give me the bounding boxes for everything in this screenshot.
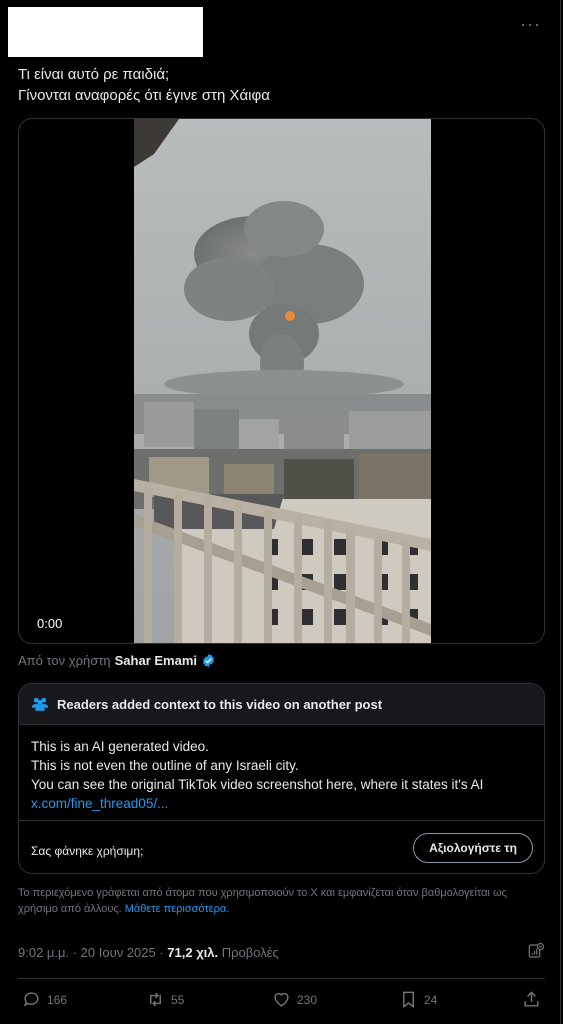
repost-icon xyxy=(150,992,161,1007)
share-button[interactable] xyxy=(522,990,541,1009)
reply-icon xyxy=(23,992,39,1007)
video-attribution: Από τον χρήστη Sahar Emami xyxy=(18,653,216,668)
community-note-header: Readers added context to this video on a… xyxy=(19,684,544,725)
note-line: You can see the original TikTok video sc… xyxy=(31,777,484,792)
video-timecode: 0:00 xyxy=(37,616,63,631)
post-timestamp[interactable]: 9:02 μ.μ. · 20 Ιουν 2025 · xyxy=(18,945,167,960)
community-note: Readers added context to this video on a… xyxy=(18,683,545,874)
notes-disclaimer: Το περιεχόμενο γράφεται από άτομα που χρ… xyxy=(18,885,538,917)
attribution-prefix: Από τον χρήστη xyxy=(18,653,111,668)
repost-button[interactable]: 55 xyxy=(146,990,184,1009)
bookmark-count: 24 xyxy=(424,992,438,1007)
post-text-line-1: Τι είναι αυτό ρε παιδιά; xyxy=(18,66,170,83)
reply-button[interactable]: 166 xyxy=(22,990,67,1009)
bookmark-icon xyxy=(403,991,414,1009)
verified-badge-icon xyxy=(203,653,214,668)
rate-note-button[interactable]: Αξιολογήστε τη xyxy=(413,833,533,863)
note-line: This is an AI generated video. xyxy=(31,739,209,754)
heart-icon xyxy=(274,992,289,1007)
post-metadata: 9:02 μ.μ. · 20 Ιουν 2025 · 71,2 χιλ. Προ… xyxy=(18,945,279,960)
views-count: 71,2 χιλ. xyxy=(167,945,219,960)
repost-count: 55 xyxy=(171,992,185,1007)
share-icon xyxy=(524,991,539,1007)
attribution-user-link[interactable]: Sahar Emami xyxy=(115,653,197,668)
video-player[interactable]: 0:00 xyxy=(18,118,545,644)
note-line: This is not even the outline of any Isra… xyxy=(31,758,299,773)
more-options-icon[interactable]: ··· xyxy=(520,14,541,35)
like-button[interactable]: 230 xyxy=(272,990,317,1009)
note-source-link[interactable]: x.com/fine_thread05/... xyxy=(31,794,483,813)
analytics-icon[interactable] xyxy=(527,941,545,961)
bookmark-button[interactable]: 24 xyxy=(399,990,437,1009)
community-note-body: This is an AI generated video. This is n… xyxy=(31,737,483,813)
like-count: 230 xyxy=(297,992,318,1007)
action-bar: 166 55 230 24 xyxy=(22,990,545,1012)
divider xyxy=(18,978,545,979)
video-thumbnail xyxy=(134,119,431,643)
people-icon xyxy=(31,697,49,711)
disclaimer-text: Το περιεχόμενο γράφεται από άτομα που χρ… xyxy=(18,887,507,915)
community-note-title: Readers added context to this video on a… xyxy=(57,696,383,712)
views-label: Προβολές xyxy=(221,945,279,960)
learn-more-link[interactable]: Μάθετε περισσότερα. xyxy=(125,903,230,915)
helpful-question: Σας φάνηκε χρήσιμη; xyxy=(31,844,144,858)
post-text: Τι είναι αυτό ρε παιδιά; Γίνονται αναφορ… xyxy=(18,64,270,106)
redacted-author-header xyxy=(8,7,203,57)
divider xyxy=(19,820,544,821)
reply-count: 166 xyxy=(47,992,68,1007)
post-text-line-2: Γίνονται αναφορές ότι έγινε στη Χάιφα xyxy=(18,87,270,104)
